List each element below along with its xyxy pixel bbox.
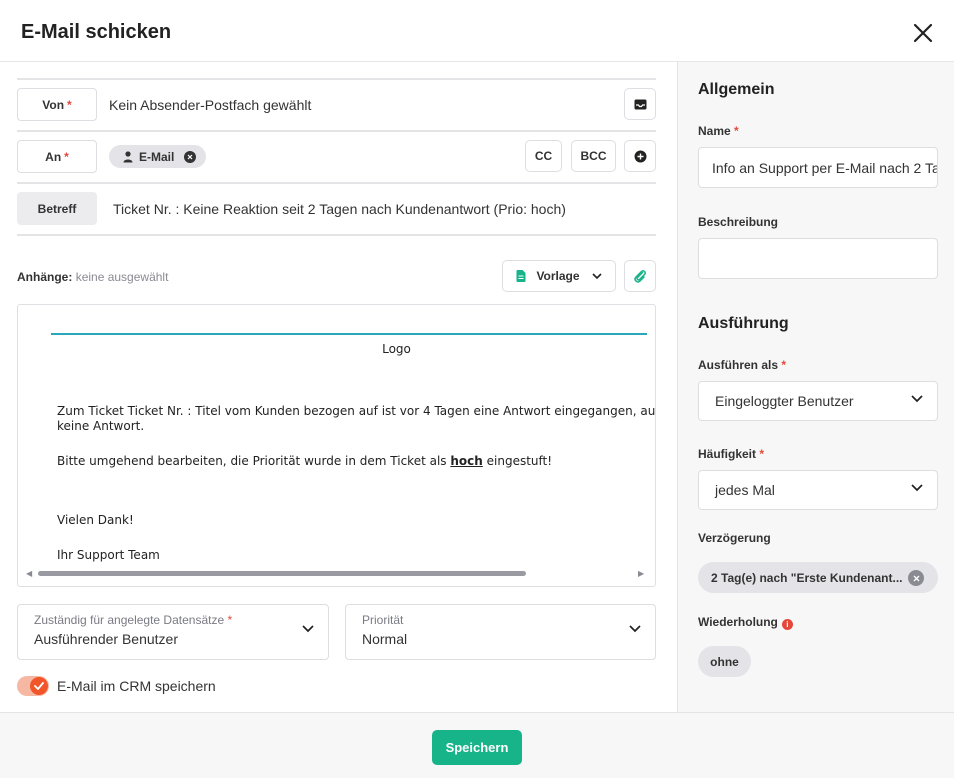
body-line: Zum Ticket Ticket Nr. : Titel vom Kunden… <box>57 404 656 418</box>
repeat-label-text: Wiederholung <box>698 615 778 629</box>
recipient-chip[interactable]: E-Mail <box>109 145 207 168</box>
horizontal-scrollbar[interactable]: ◀ ▶ <box>18 567 655 579</box>
to-label: An * <box>17 140 97 173</box>
plus-circle-icon <box>634 150 646 162</box>
responsible-caption: Zuständig für angelegte Datensätze * <box>34 613 232 627</box>
execution-heading: Ausführung <box>698 315 789 332</box>
email-form: Von * Kein Absender-Postfach gewählt An * … <box>0 62 677 712</box>
info-icon[interactable]: i <box>781 619 793 630</box>
cc-button[interactable]: CC <box>525 140 562 172</box>
from-label-text: Von <box>42 97 65 112</box>
priority-value: Normal <box>362 631 408 647</box>
body-text: Bitte umgehend bearbeiten, die Priorität… <box>57 454 451 468</box>
name-label: Name * <box>698 124 739 138</box>
settings-sidebar: Allgemein Name * Info an Support per E-M… <box>677 62 954 712</box>
save-in-crm-toggle[interactable] <box>17 676 49 696</box>
attachments-label-text: Anhänge: <box>17 270 73 284</box>
remove-delay-icon[interactable] <box>908 570 924 586</box>
frequency-label-text: Häufigkeit <box>698 447 757 461</box>
dialog-header: E-Mail schicken <box>0 0 954 62</box>
paperclip-icon <box>634 270 646 283</box>
email-body-editor[interactable]: Logo Zum Ticket Ticket Nr. : Titel vom K… <box>17 304 656 587</box>
user-icon <box>123 150 133 162</box>
body-line: Vielen Dank! <box>57 513 134 527</box>
inbox-icon <box>634 99 646 109</box>
attachments-label: Anhänge: keine ausgewählt <box>17 270 168 284</box>
bcc-button[interactable]: BCC <box>571 140 616 172</box>
scroll-left-icon[interactable]: ◀ <box>26 569 32 578</box>
required-marker: * <box>759 447 765 461</box>
description-input[interactable] <box>698 238 938 279</box>
required-marker: * <box>227 613 233 627</box>
divider <box>17 130 656 132</box>
required-marker: * <box>781 358 787 372</box>
recipient-chip-label: E-Mail <box>139 149 175 164</box>
to-label-text: An <box>45 149 62 164</box>
save-in-crm-label: E-Mail im CRM speichern <box>57 678 216 694</box>
responsible-select[interactable]: Zuständig für angelegte Datensätze * Aus… <box>17 604 329 660</box>
scrollbar-thumb[interactable] <box>38 571 526 576</box>
save-button[interactable]: Speichern <box>432 730 522 765</box>
logo-placeholder: Logo <box>382 342 411 356</box>
scroll-right-icon[interactable]: ▶ <box>638 569 644 578</box>
add-recipient-button[interactable] <box>624 140 656 172</box>
template-label: Vorlage <box>536 269 580 283</box>
dialog-title: E-Mail schicken <box>21 21 172 43</box>
priority-label: Priorität <box>362 613 404 627</box>
chevron-down-icon <box>911 484 923 492</box>
frequency-select[interactable]: jedes Mal <box>698 470 938 510</box>
document-icon <box>516 270 526 282</box>
logo-divider <box>51 333 647 335</box>
mailbox-button[interactable] <box>624 88 656 120</box>
chevron-down-icon <box>629 625 641 633</box>
responsible-label: Zuständig für angelegte Datensätze <box>34 613 225 627</box>
divider <box>17 234 656 236</box>
divider <box>17 182 656 184</box>
from-label: Von * <box>17 88 97 121</box>
body-text: eingestuft! <box>482 454 553 468</box>
check-icon <box>30 677 48 695</box>
subject-label: Betreff <box>17 192 97 225</box>
frequency-label: Häufigkeit * <box>698 447 764 461</box>
template-dropdown[interactable]: Vorlage <box>502 260 616 292</box>
subject-input[interactable]: Ticket Nr. : Keine Reaktion seit 2 Tagen… <box>113 201 566 217</box>
body-line: Ihr Support Team <box>57 548 160 562</box>
run-as-label: Ausführen als * <box>698 358 786 372</box>
general-heading: Allgemein <box>698 81 775 98</box>
from-row: Von * Kein Absender-Postfach gewählt <box>17 88 656 121</box>
body-line: keine Antwort. <box>57 419 145 433</box>
name-input[interactable]: Info an Support per E-Mail nach 2 Tagen <box>698 147 938 188</box>
priority-bold-text: hoch <box>450 454 483 468</box>
attach-button[interactable] <box>624 260 656 292</box>
divider <box>17 78 656 80</box>
delay-chip[interactable]: 2 Tag(e) nach "Erste Kundenant... <box>698 562 938 593</box>
body-line: Bitte umgehend bearbeiten, die Priorität… <box>57 454 552 469</box>
from-value[interactable]: Kein Absender-Postfach gewählt <box>109 97 311 113</box>
chevron-down-icon <box>591 272 602 279</box>
priority-select[interactable]: Priorität Normal <box>345 604 656 660</box>
dialog-footer: Speichern <box>0 712 954 778</box>
remove-chip-icon[interactable] <box>184 150 197 163</box>
chevron-down-icon <box>911 395 923 403</box>
run-as-select[interactable]: Eingeloggter Benutzer <box>698 381 938 421</box>
delay-value: 2 Tag(e) nach "Erste Kundenant... <box>711 570 903 585</box>
to-row: An * E-Mail CC BCC <box>17 140 656 173</box>
required-marker: * <box>734 124 739 138</box>
attachments-value: keine ausgewählt <box>75 270 169 284</box>
repeat-chip[interactable]: ohne <box>698 646 751 677</box>
run-as-value: Eingeloggter Benutzer <box>715 393 854 409</box>
chevron-down-icon <box>302 625 314 633</box>
required-marker: * <box>64 149 69 164</box>
close-icon[interactable] <box>910 20 936 46</box>
name-label-text: Name <box>698 124 731 138</box>
responsible-value: Ausführender Benutzer <box>34 631 178 647</box>
repeat-label: Wiederholung i <box>698 615 793 630</box>
description-label: Beschreibung <box>698 215 779 229</box>
required-marker: * <box>67 97 72 112</box>
delay-label: Verzögerung <box>698 531 771 545</box>
frequency-value: jedes Mal <box>715 482 775 498</box>
subject-row: Betreff Ticket Nr. : Keine Reaktion seit… <box>17 192 656 225</box>
run-as-label-text: Ausführen als <box>698 358 779 372</box>
